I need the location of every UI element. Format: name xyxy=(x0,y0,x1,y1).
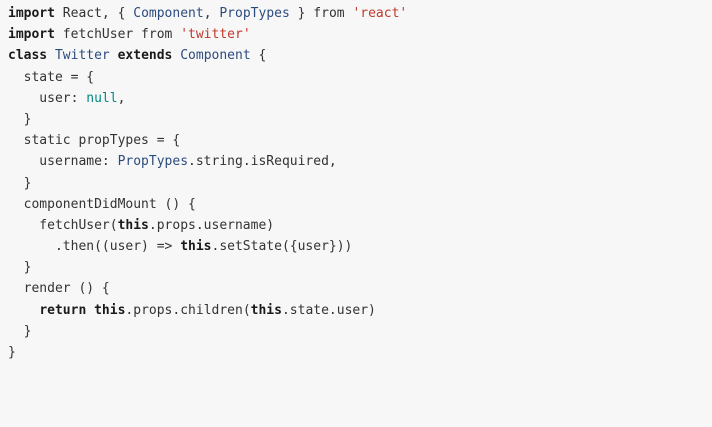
code-text: } xyxy=(8,175,32,191)
code-type: PropTypes xyxy=(117,154,189,170)
code-text: } xyxy=(8,345,16,360)
code-line: } xyxy=(8,342,704,363)
code-line: } xyxy=(8,109,704,130)
code-text: state = { xyxy=(8,69,95,85)
code-line: return this.props.children(this.state.us… xyxy=(8,300,704,321)
code-literal: null xyxy=(86,90,118,106)
code-text: } xyxy=(8,323,32,339)
code-text: } xyxy=(8,111,32,127)
code-text: .then((user) => xyxy=(8,239,181,255)
code-keyword: this xyxy=(180,239,212,255)
code-text: user: xyxy=(8,90,87,106)
code-text: , xyxy=(203,6,220,21)
code-keyword: extends xyxy=(117,48,173,64)
code-line: } xyxy=(8,173,704,194)
code-text: { xyxy=(250,48,267,64)
code-text: fetchUser( xyxy=(8,217,118,233)
code-line: } xyxy=(8,321,704,342)
code-block: import React, { Component, PropTypes } f… xyxy=(0,0,712,427)
code-line: render () { xyxy=(8,278,704,299)
code-text: .props.username) xyxy=(148,217,275,233)
code-text: , xyxy=(117,90,126,106)
code-string: 'twitter' xyxy=(180,27,251,43)
code-line: } xyxy=(8,257,704,278)
code-line: .then((user) => this.setState({user})) xyxy=(8,236,704,257)
code-keyword: this xyxy=(94,302,126,318)
code-text: .props.children( xyxy=(125,302,251,318)
code-text: } from xyxy=(289,6,353,21)
code-type: Component xyxy=(133,6,204,21)
code-keyword: return xyxy=(39,302,87,318)
code-type: Component xyxy=(180,48,251,64)
code-line: user: null, xyxy=(8,88,704,109)
code-keyword: this xyxy=(117,217,149,233)
code-text: username: xyxy=(8,154,118,170)
code-text: React, { xyxy=(54,6,134,21)
code-line: username: PropTypes.string.isRequired, xyxy=(8,151,704,172)
code-line: static propTypes = { xyxy=(8,130,704,151)
code-line: state = { xyxy=(8,67,704,88)
code-keyword: import xyxy=(8,27,55,43)
code-type: PropTypes xyxy=(219,6,290,21)
code-text: .state.user) xyxy=(281,302,376,318)
code-line: import React, { Component, PropTypes } f… xyxy=(8,3,704,24)
code-text: static propTypes = { xyxy=(8,133,181,149)
code-lines: import React, { Component, PropTypes } f… xyxy=(8,3,704,363)
code-string: 'react' xyxy=(352,6,408,21)
code-keyword: import xyxy=(8,6,55,21)
code-text: } xyxy=(8,260,32,276)
code-text: componentDidMount () { xyxy=(8,196,196,212)
code-keyword: this xyxy=(250,302,282,318)
code-text: .string.isRequired, xyxy=(188,154,337,170)
code-line: fetchUser(this.props.username) xyxy=(8,215,704,236)
code-text: .setState({user})) xyxy=(211,239,353,255)
code-line: class Twitter extends Component { xyxy=(8,45,704,66)
code-line: import fetchUser from 'twitter' xyxy=(8,24,704,45)
code-text: render () { xyxy=(8,281,110,297)
code-keyword: class xyxy=(8,48,48,64)
code-text: fetchUser from xyxy=(54,27,181,43)
code-line: componentDidMount () { xyxy=(8,194,704,215)
code-type: Twitter xyxy=(54,48,110,64)
